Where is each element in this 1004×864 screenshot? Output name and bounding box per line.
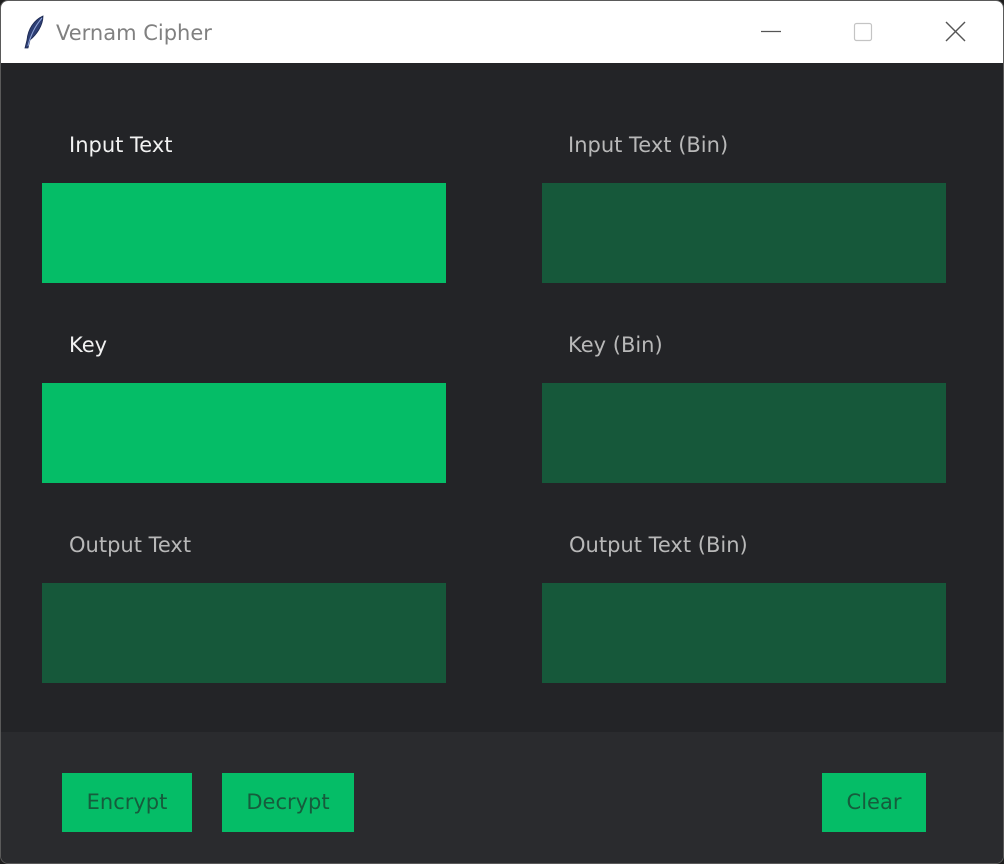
- key-bin-label: Key (Bin): [568, 333, 663, 357]
- title-bar[interactable]: Vernam Cipher: [1, 1, 1003, 63]
- key-field[interactable]: [42, 383, 446, 483]
- window-title: Vernam Cipher: [56, 21, 212, 45]
- decrypt-button[interactable]: Decrypt: [222, 773, 354, 832]
- output-text-bin-label: Output Text (Bin): [569, 533, 748, 557]
- feather-icon: [23, 15, 47, 49]
- output-text-field[interactable]: [42, 583, 446, 683]
- maximize-button[interactable]: [817, 1, 909, 63]
- app-window: Vernam Cipher Input Text Key Output Text: [0, 0, 1004, 864]
- close-icon: [945, 21, 966, 42]
- output-text-label: Output Text: [69, 533, 192, 557]
- minimize-button[interactable]: [725, 1, 817, 63]
- input-text-label: Input Text: [69, 133, 173, 157]
- button-bar: Encrypt Decrypt Clear: [1, 732, 1003, 863]
- input-text-field[interactable]: [42, 183, 446, 283]
- input-text-bin-label: Input Text (Bin): [568, 133, 729, 157]
- close-button[interactable]: [909, 1, 1001, 63]
- key-bin-field[interactable]: [542, 383, 946, 483]
- main-panel: Input Text Key Output Text Input Text (B…: [1, 63, 1003, 732]
- clear-button[interactable]: Clear: [822, 773, 926, 832]
- output-text-bin-field[interactable]: [542, 583, 946, 683]
- input-text-bin-field[interactable]: [542, 183, 946, 283]
- key-label: Key: [69, 333, 108, 357]
- encrypt-button[interactable]: Encrypt: [62, 773, 192, 832]
- minimize-icon: [761, 30, 781, 33]
- maximize-icon: [853, 22, 873, 42]
